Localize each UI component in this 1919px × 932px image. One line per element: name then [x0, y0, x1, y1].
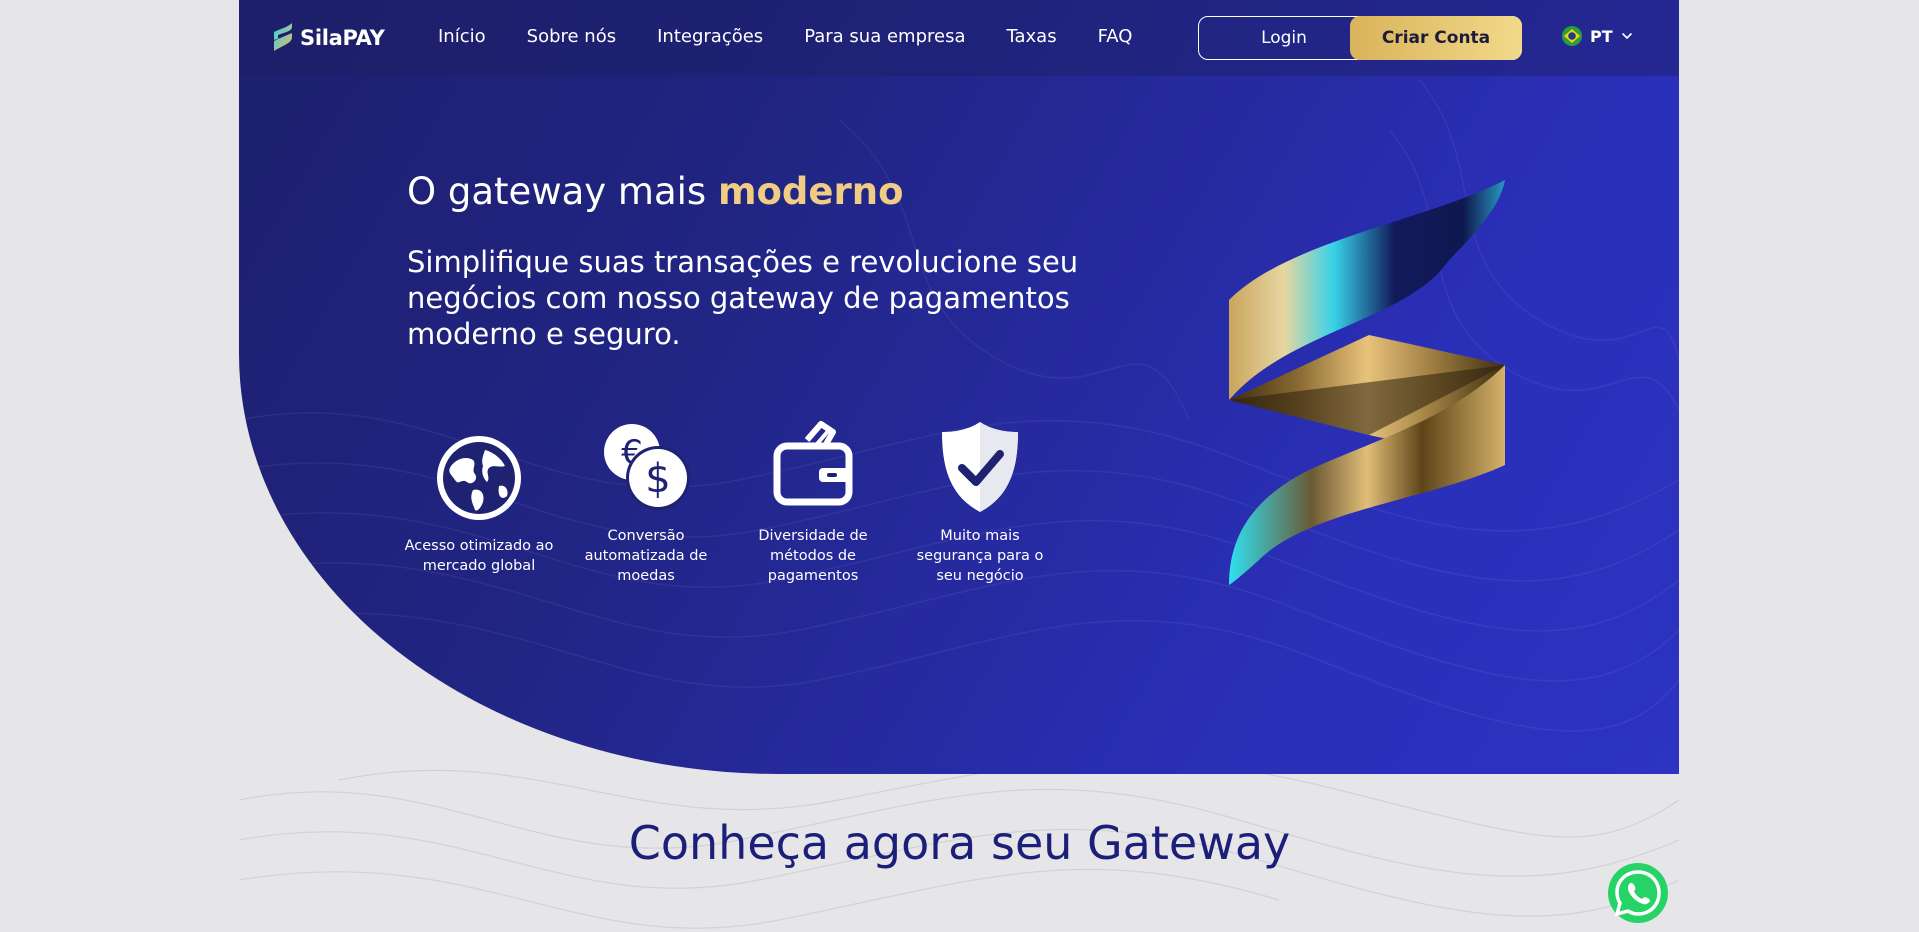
- feature-payment-methods: Diversidade de métodos de pagamentos: [738, 418, 888, 586]
- globe-icon: [437, 436, 521, 520]
- chevron-down-icon: [1621, 32, 1632, 40]
- feature-global: Acesso otimizado ao mercado global: [404, 428, 554, 576]
- wallet-icon: [773, 421, 853, 506]
- language-selector[interactable]: PT: [1562, 26, 1633, 46]
- auth-buttons: Login Criar Conta: [1198, 16, 1522, 60]
- silapay-logo-icon: [274, 23, 292, 51]
- signup-button[interactable]: Criar Conta: [1350, 16, 1522, 60]
- feature-currency: € $ Conversão automatizada de moedas: [571, 418, 721, 586]
- nav-link-para-sua-empresa[interactable]: Para sua empresa: [804, 26, 965, 47]
- nav-links: Início Sobre nós Integrações Para sua em…: [438, 26, 1173, 47]
- language-code: PT: [1590, 26, 1613, 46]
- login-button[interactable]: Login: [1199, 17, 1369, 58]
- feature-label: Conversão automatizada de moedas: [584, 528, 708, 584]
- nav-link-integracoes[interactable]: Integrações: [657, 26, 763, 47]
- feature-label: Acesso otimizado ao mercado global: [404, 538, 554, 574]
- hero-headline-text: O gateway mais: [407, 170, 718, 213]
- nav-link-taxas[interactable]: Taxas: [1006, 26, 1056, 47]
- hero-section: SilaPAY Início Sobre nós Integrações Par…: [239, 0, 1679, 774]
- nav-link-inicio[interactable]: Início: [438, 26, 486, 47]
- hero-subheadline: Simplifique suas transações e revolucion…: [407, 245, 1079, 351]
- logo-text: SilaPAY: [300, 26, 385, 50]
- logo[interactable]: SilaPAY: [272, 22, 385, 54]
- svg-text:$: $: [645, 456, 670, 502]
- brazil-flag-icon: [1562, 26, 1582, 46]
- feature-label: Muito mais segurança para o seu negócio: [916, 528, 1044, 584]
- feature-security: Muito mais segurança para o seu negócio: [905, 418, 1055, 586]
- nav-link-faq[interactable]: FAQ: [1098, 26, 1133, 47]
- hero-headline-accent: moderno: [717, 170, 904, 213]
- top-navigation: SilaPAY Início Sobre nós Integrações Par…: [239, 0, 1679, 76]
- feature-label: Diversidade de métodos de pagamentos: [758, 528, 868, 584]
- currency-exchange-icon: € $: [604, 424, 690, 510]
- shield-check-icon: [942, 422, 1018, 512]
- whatsapp-icon[interactable]: [1607, 862, 1669, 924]
- brand-s-graphic: [1229, 180, 1505, 585]
- nav-link-sobre-nos[interactable]: Sobre nós: [527, 26, 616, 47]
- hero-headline: O gateway mais moderno: [407, 170, 904, 213]
